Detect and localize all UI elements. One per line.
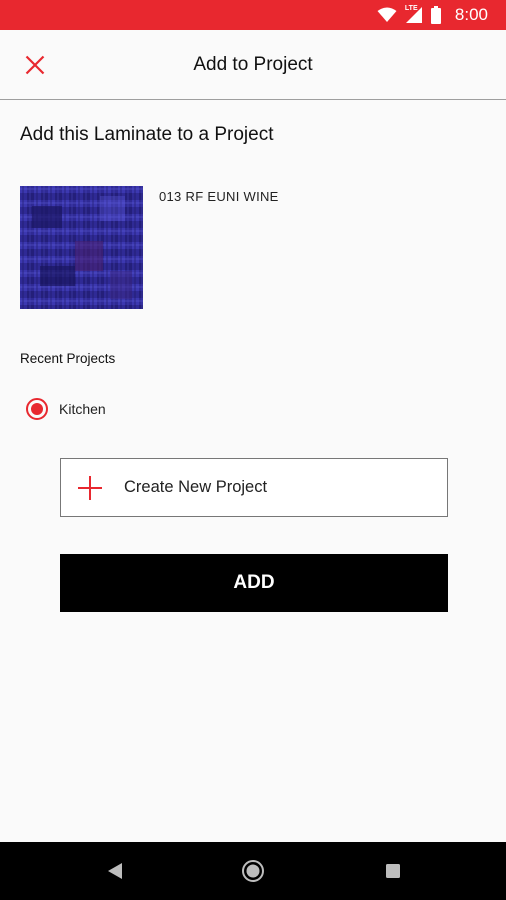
status-bar: LTE 8:00 [0, 0, 506, 30]
radio-button[interactable] [26, 398, 48, 420]
back-button[interactable] [103, 859, 127, 883]
laminate-swatch-image [20, 186, 143, 309]
back-icon [108, 863, 122, 879]
wifi-icon [377, 7, 397, 22]
create-new-project-button[interactable]: Create New Project [60, 458, 448, 517]
app-bar: Add to Project [0, 30, 506, 100]
add-button[interactable]: ADD [60, 554, 448, 612]
network-type-label: LTE [404, 5, 418, 12]
cell-signal-icon: LTE [404, 5, 423, 24]
system-nav-bar [0, 842, 506, 900]
radio-selected-dot [31, 403, 43, 415]
home-icon [242, 860, 264, 882]
plus-icon [78, 475, 102, 500]
page-title: Add to Project [193, 54, 313, 75]
add-to-project-screen: LTE 8:00 Add to Project Add this Laminat… [0, 0, 506, 900]
battery-icon [430, 6, 441, 24]
status-time: 8:00 [454, 5, 488, 24]
recent-apps-icon [386, 864, 400, 878]
home-button[interactable] [241, 859, 265, 883]
recent-projects-label: Recent Projects [20, 351, 116, 366]
project-label: Kitchen [59, 401, 106, 417]
status-icons: LTE 8:00 [377, 0, 488, 30]
project-radio-kitchen[interactable]: Kitchen [26, 395, 106, 423]
laminate-name: 013 RF EUNI WINE [159, 189, 279, 204]
create-new-project-label: Create New Project [124, 478, 268, 496]
recent-apps-button[interactable] [381, 859, 405, 883]
section-heading: Add this Laminate to a Project [20, 124, 274, 145]
